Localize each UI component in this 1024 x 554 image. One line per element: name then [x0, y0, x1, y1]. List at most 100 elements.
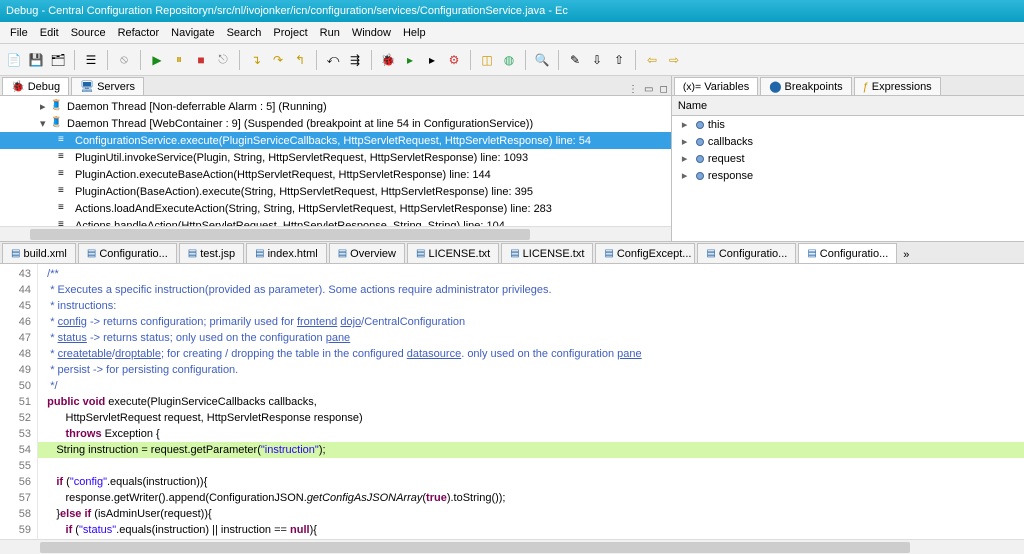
step-return-icon[interactable]: ↰: [291, 51, 309, 69]
tab-debug[interactable]: 🐞Debug: [2, 77, 69, 95]
stack-frame[interactable]: ≡ConfigurationService.execute(PluginServ…: [0, 132, 671, 149]
new-package-icon[interactable]: ◫: [478, 51, 496, 69]
drop-to-frame-icon[interactable]: ⤺: [324, 51, 342, 69]
tab-breakpoints[interactable]: ⬤Breakpoints: [760, 77, 851, 95]
menu-run[interactable]: Run: [314, 24, 346, 42]
editor-tab[interactable]: ▤Configuratio...: [798, 243, 897, 263]
editor-tab[interactable]: ▤Overview: [329, 243, 405, 263]
code-line[interactable]: }else if (isAdminUser(request)){: [38, 506, 1024, 522]
terminate-icon[interactable]: ■: [192, 51, 210, 69]
save-icon[interactable]: 💾: [27, 51, 45, 69]
toggle-mark-icon[interactable]: ✎: [566, 51, 584, 69]
resume-icon[interactable]: ▶: [148, 51, 166, 69]
tab-variables[interactable]: (x)=Variables: [674, 77, 758, 95]
code-line[interactable]: throws Exception {: [38, 426, 1024, 442]
stack-frame[interactable]: ▾🧵Daemon Thread [WebContainer : 9] (Susp…: [0, 115, 671, 132]
variable-row[interactable]: ▸response: [672, 167, 1024, 184]
code-line[interactable]: */: [38, 378, 1024, 394]
code-line[interactable]: String instruction = request.getParamete…: [38, 442, 1024, 458]
debug-icon[interactable]: 🐞: [379, 51, 397, 69]
menu-file[interactable]: File: [4, 24, 34, 42]
editor-tab[interactable]: ▤Configuratio...: [78, 243, 177, 263]
menu-project[interactable]: Project: [267, 24, 313, 42]
menu-help[interactable]: Help: [397, 24, 432, 42]
prev-annotation-icon[interactable]: ⇧: [610, 51, 628, 69]
tab-servers[interactable]: 🖥Servers: [71, 77, 144, 95]
stack-frame[interactable]: ≡Actions.loadAndExecuteAction(String, St…: [0, 200, 671, 217]
code-line[interactable]: * config -> returns configuration; prima…: [38, 314, 1024, 330]
debug-perspective-top: 🐞Debug 🖥Servers ⋮ ▭ ◻ ▸🧵Daemon Thread [N…: [0, 76, 1024, 242]
variables-list[interactable]: ▸this▸callbacks▸request▸response: [672, 116, 1024, 241]
stack-frame[interactable]: ≡Actions.handleAction(HttpServletRequest…: [0, 217, 671, 226]
code-line[interactable]: if ("config".equals(instruction)){: [38, 474, 1024, 490]
editor-tab-strip: ▤build.xml▤Configuratio...▤test.jsp▤inde…: [0, 242, 1024, 264]
debug-hscrollbar[interactable]: [0, 226, 671, 241]
editor-tab[interactable]: ▤test.jsp: [179, 243, 244, 263]
skip-breakpoints-icon[interactable]: ⦸: [115, 51, 133, 69]
variables-view: (x)=Variables ⬤Breakpoints ƒExpressions …: [672, 76, 1024, 241]
step-filters-icon[interactable]: ⇶: [346, 51, 364, 69]
code-line[interactable]: [38, 458, 1024, 474]
code-line[interactable]: response.getWriter().append(Configuratio…: [38, 490, 1024, 506]
editor-tab[interactable]: ▤LICENSE.txt: [501, 243, 593, 263]
next-annotation-icon[interactable]: ⇩: [588, 51, 606, 69]
line-gutter: 43444546474849505152535455565758596061: [0, 264, 38, 539]
new-icon[interactable]: 📄: [5, 51, 23, 69]
debug-tab-strip: 🐞Debug 🖥Servers ⋮ ▭ ◻: [0, 76, 671, 96]
code-pane[interactable]: /** * Executes a specific instruction(pr…: [38, 264, 1024, 539]
editor-tab[interactable]: ▤index.html: [246, 243, 327, 263]
tab-expressions[interactable]: ƒExpressions: [854, 77, 941, 95]
new-class-icon[interactable]: ◍: [500, 51, 518, 69]
code-line[interactable]: * Executes a specific instruction(provid…: [38, 282, 1024, 298]
step-over-icon[interactable]: ↷: [269, 51, 287, 69]
vars-tab-strip: (x)=Variables ⬤Breakpoints ƒExpressions: [672, 76, 1024, 96]
code-line[interactable]: /**: [38, 266, 1024, 282]
variable-row[interactable]: ▸request: [672, 150, 1024, 167]
minimize-icon[interactable]: ▭: [641, 84, 656, 95]
menu-refactor[interactable]: Refactor: [112, 24, 166, 42]
run-last-icon[interactable]: ▸: [423, 51, 441, 69]
editor-tab[interactable]: ▤Configuratio...: [697, 243, 796, 263]
editor-tab[interactable]: ▤LICENSE.txt: [407, 243, 499, 263]
stack-frame[interactable]: ≡PluginAction.executeBaseAction(HttpServ…: [0, 166, 671, 183]
menu-edit[interactable]: Edit: [34, 24, 65, 42]
vars-header: Name: [672, 96, 1024, 116]
maximize-icon[interactable]: ◻: [657, 84, 671, 95]
code-line[interactable]: if ("status".equals(instruction) || inst…: [38, 522, 1024, 538]
code-line[interactable]: * persist -> for persisting configuratio…: [38, 362, 1024, 378]
search-icon[interactable]: 🔍: [533, 51, 551, 69]
main-toolbar: 📄 💾 🗂 ☰ ⦸ ▶ ⏸ ■ ⎋ ↴ ↷ ↰ ⤺ ⇶ 🐞 ▸ ▸ ⚙ ◫ ◍ …: [0, 44, 1024, 76]
toggle-breadcrumb-icon[interactable]: ☰: [82, 51, 100, 69]
code-line[interactable]: HttpServletRequest request, HttpServletR…: [38, 410, 1024, 426]
code-line[interactable]: * instructions:: [38, 298, 1024, 314]
step-into-icon[interactable]: ↴: [247, 51, 265, 69]
stack-frame[interactable]: ≡PluginUtil.invokeService(Plugin, String…: [0, 149, 671, 166]
menu-navigate[interactable]: Navigate: [165, 24, 220, 42]
variable-row[interactable]: ▸callbacks: [672, 133, 1024, 150]
stack-frame[interactable]: ≡PluginAction(BaseAction).execute(String…: [0, 183, 671, 200]
external-tools-icon[interactable]: ⚙: [445, 51, 463, 69]
editor-hscrollbar[interactable]: [0, 539, 1024, 554]
code-line[interactable]: public void execute(PluginServiceCallbac…: [38, 394, 1024, 410]
save-all-icon[interactable]: 🗂: [49, 51, 67, 69]
source-editor[interactable]: 43444546474849505152535455565758596061 /…: [0, 264, 1024, 539]
menu-search[interactable]: Search: [221, 24, 268, 42]
editor-tab[interactable]: ▤build.xml: [2, 243, 76, 263]
forward-icon[interactable]: ⇨: [665, 51, 683, 69]
menu-window[interactable]: Window: [346, 24, 397, 42]
window-title: Debug - Central Configuration Repository…: [6, 5, 568, 17]
editor-tab[interactable]: ▤ConfigExcept...: [595, 243, 695, 263]
disconnect-icon[interactable]: ⎋: [214, 51, 232, 69]
stack-frame-tree[interactable]: ▸🧵Daemon Thread [Non-deferrable Alarm : …: [0, 96, 671, 226]
variable-row[interactable]: ▸this: [672, 116, 1024, 133]
back-icon[interactable]: ⇦: [643, 51, 661, 69]
tab-overflow-icon[interactable]: »: [899, 247, 913, 263]
suspend-icon[interactable]: ⏸: [170, 51, 188, 69]
run-icon[interactable]: ▸: [401, 51, 419, 69]
code-line[interactable]: * createtable/droptable; for creating / …: [38, 346, 1024, 362]
stack-frame[interactable]: ▸🧵Daemon Thread [Non-deferrable Alarm : …: [0, 98, 671, 115]
menu-source[interactable]: Source: [65, 24, 112, 42]
debug-view: 🐞Debug 🖥Servers ⋮ ▭ ◻ ▸🧵Daemon Thread [N…: [0, 76, 672, 241]
code-line[interactable]: * status -> returns status; only used on…: [38, 330, 1024, 346]
view-menu-icon[interactable]: ⋮: [625, 84, 641, 95]
